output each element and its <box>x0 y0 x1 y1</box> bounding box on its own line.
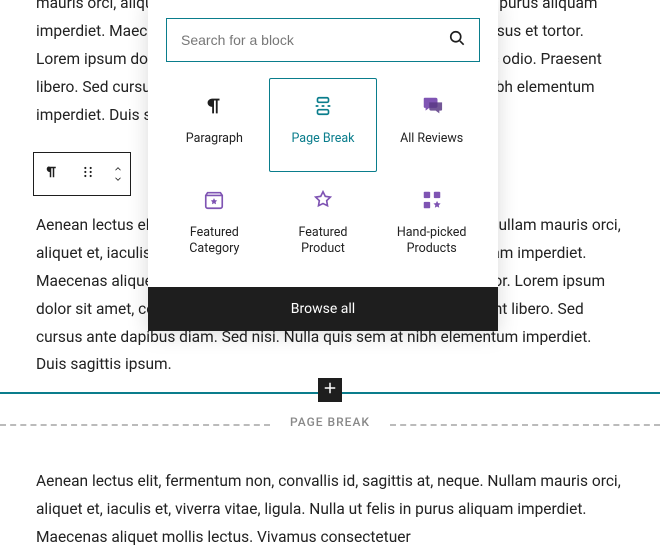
block-item-hand-picked-products[interactable]: Hand-picked Products <box>377 172 486 269</box>
block-item-paragraph[interactable]: Paragraph <box>160 78 269 172</box>
reviews-icon <box>419 93 445 119</box>
browse-all-button[interactable]: Browse all <box>148 287 498 331</box>
block-item-page-break[interactable]: Page Break <box>269 78 378 172</box>
block-item-all-reviews[interactable]: All Reviews <box>377 78 486 172</box>
block-type-button[interactable] <box>34 153 70 195</box>
block-item-label: Featured Product <box>276 225 371 258</box>
block-inserter-popover: Paragraph Page Break All Reviews Feature… <box>148 0 498 331</box>
block-item-label: All Reviews <box>400 131 463 147</box>
block-toolbar <box>33 152 131 196</box>
paragraph-block[interactable]: Aenean lectus elit, fermentum non, conva… <box>36 468 624 552</box>
move-up-button[interactable] <box>111 164 125 174</box>
block-item-label: Hand-picked Products <box>384 225 479 258</box>
block-item-label: Page Break <box>291 131 354 147</box>
hand-picked-icon <box>419 187 445 213</box>
search-icon[interactable] <box>447 28 467 52</box>
paragraph-icon <box>201 93 227 119</box>
block-grid: Paragraph Page Break All Reviews Feature… <box>148 72 498 287</box>
block-search-input[interactable] <box>181 32 435 48</box>
paragraph-icon <box>43 163 61 185</box>
page-break-label: PAGE BREAK <box>290 415 370 429</box>
drag-icon <box>80 164 96 184</box>
featured-category-icon <box>201 187 227 213</box>
block-item-label: Featured Category <box>167 225 262 258</box>
add-block-button[interactable] <box>318 378 342 402</box>
block-item-label: Paragraph <box>186 131 243 147</box>
drag-handle[interactable] <box>70 153 106 195</box>
page-break-separator: PAGE BREAK <box>0 424 660 426</box>
page-break-icon <box>310 93 336 119</box>
plus-icon <box>321 379 339 401</box>
block-item-featured-category[interactable]: Featured Category <box>160 172 269 269</box>
featured-product-icon <box>310 187 336 213</box>
move-buttons <box>106 153 130 195</box>
block-search <box>166 18 480 62</box>
move-down-button[interactable] <box>111 174 125 184</box>
block-item-featured-product[interactable]: Featured Product <box>269 172 378 269</box>
